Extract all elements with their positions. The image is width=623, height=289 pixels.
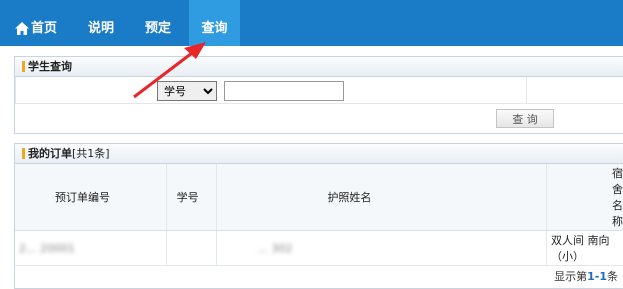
query-field-select[interactable]: 学号 xyxy=(157,81,217,101)
home-icon xyxy=(15,22,29,35)
cell-order-id: 2... 20001 xyxy=(15,231,166,266)
nav-home-label: 首页 xyxy=(31,21,57,36)
accent-bar xyxy=(22,61,25,72)
col-dorm-name: 宿舍名称 xyxy=(547,164,623,231)
pager-suffix: 条 xyxy=(607,270,618,283)
orders-count: [共1条] xyxy=(72,147,110,160)
nav-help[interactable]: 说明 xyxy=(77,0,125,46)
nav-home[interactable]: 首页 xyxy=(0,0,72,46)
cell-student-id xyxy=(166,231,217,266)
col-student-id: 学号 xyxy=(166,164,217,231)
col-passport-name: 护照姓名 xyxy=(217,164,547,231)
query-button-row: 查 询 xyxy=(15,104,623,133)
student-query-title: 学生查询 xyxy=(28,60,72,73)
query-input[interactable] xyxy=(224,81,344,101)
cell-passport-name: ... 302 xyxy=(217,231,547,266)
cell-dorm-name: 双人间 南向（小） xyxy=(547,231,623,266)
top-navbar: 首页 说明 预定 查询 xyxy=(0,0,623,46)
pager: 显示第1-1条 xyxy=(15,266,623,288)
orders-panel: 我的订单[共1条] 预订单编号 学号 护照姓名 宿舍名称 2... 20001 … xyxy=(14,143,623,289)
student-query-panel: 学生查询 学号 查 询 xyxy=(14,56,623,134)
orders-header: 我的订单[共1条] xyxy=(15,144,623,164)
orders-title: 我的订单 xyxy=(28,147,72,160)
query-input-row: 学号 xyxy=(15,77,623,104)
pager-prefix: 显示第 xyxy=(554,270,587,283)
nav-book[interactable]: 预定 xyxy=(133,0,183,46)
col-order-id: 预订单编号 xyxy=(15,164,166,231)
student-query-header: 学生查询 xyxy=(15,57,623,77)
nav-query[interactable]: 查询 xyxy=(189,0,240,46)
orders-header-row: 预订单编号 学号 护照姓名 宿舍名称 xyxy=(15,164,623,231)
query-button[interactable]: 查 询 xyxy=(496,109,554,128)
table-row[interactable]: 2... 20001 ... 302 双人间 南向（小） xyxy=(15,231,623,266)
orders-table: 预订单编号 学号 护照姓名 宿舍名称 2... 20001 ... 302 双人… xyxy=(15,164,623,266)
pager-range: 1-1 xyxy=(587,270,607,283)
accent-bar xyxy=(22,148,25,159)
